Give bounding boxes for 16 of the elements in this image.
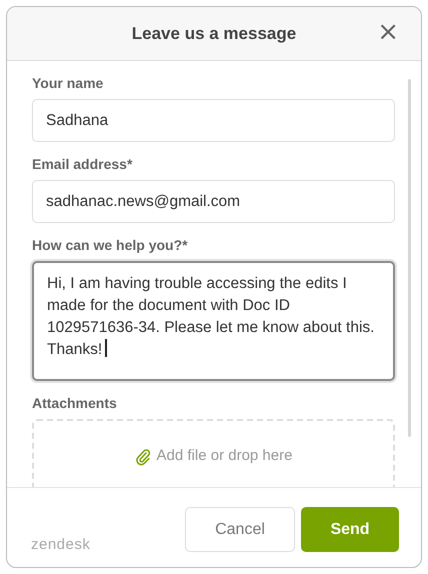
message-field[interactable]: Hi, I am having trouble accessing the edits I made for the document with Doc ID 1029571636-34. Please let me know about this. Thanks! [32,261,395,381]
file-drop-zone[interactable]: Add file or drop here [32,419,395,487]
paperclip-icon [134,448,151,466]
close-button[interactable]: × [373,19,403,45]
cancel-button[interactable]: Cancel [185,507,295,552]
field-label: Your name [32,75,104,91]
text-cursor [105,339,107,357]
input-field[interactable]: Sadhana [32,99,395,142]
dialog-title: Leave us a message [132,24,296,44]
scrollbar[interactable] [408,79,411,437]
field-label: Email address* [32,156,134,172]
brand-logo: zendesk [31,536,90,553]
field-label: How can we help you?* [32,237,189,253]
send-button[interactable]: Send [301,507,399,552]
input-field[interactable]: sadhanac.news@gmail.com [32,180,395,223]
field-label: Attachments [32,395,118,411]
